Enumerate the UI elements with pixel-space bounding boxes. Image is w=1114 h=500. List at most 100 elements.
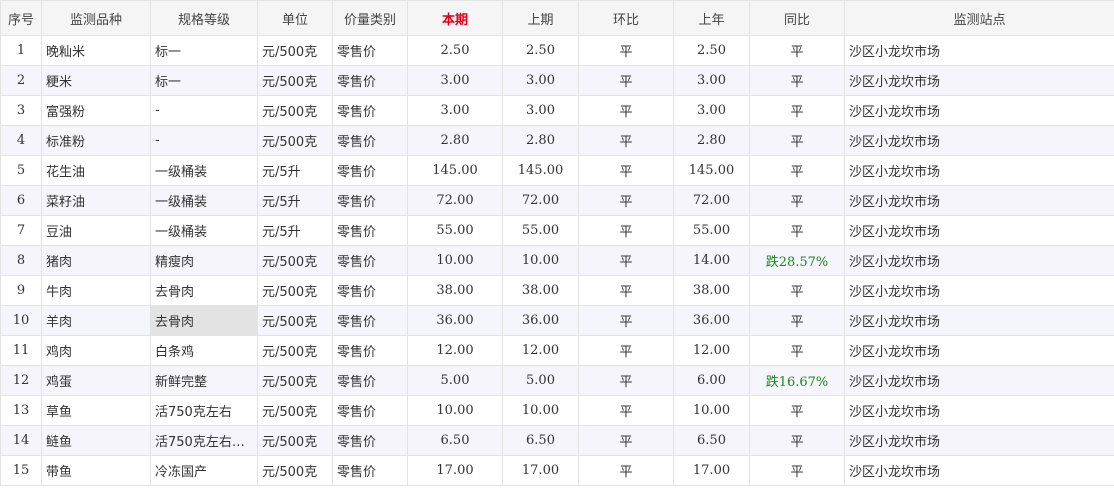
cell-last-year-price: 3.00	[673, 95, 750, 126]
cell-price-type: 零售价	[332, 125, 408, 156]
cell-yoy: 平	[749, 185, 845, 216]
cell-index: 2	[0, 65, 42, 96]
cell-unit: 元/500克	[257, 365, 333, 396]
cell-current-price: 2.80	[407, 125, 503, 156]
cell-last-year-price: 3.00	[673, 65, 750, 96]
cell-current-price: 3.00	[407, 95, 503, 126]
cell-variety: 带鱼	[41, 455, 151, 486]
cell-price-type: 零售价	[332, 365, 408, 396]
cell-current-price: 55.00	[407, 215, 503, 246]
cell-mom: 平	[578, 95, 674, 126]
cell-previous-price: 3.00	[502, 95, 579, 126]
cell-price-type: 零售价	[332, 455, 408, 486]
cell-previous-price: 36.00	[502, 305, 579, 336]
cell-last-year-price: 17.00	[673, 455, 750, 486]
cell-index: 9	[0, 275, 42, 306]
cell-station: 沙区小龙坎市场	[844, 395, 1114, 426]
cell-variety: 鸡蛋	[41, 365, 151, 396]
header-variety: 监测品种	[41, 0, 151, 36]
cell-previous-price: 55.00	[502, 215, 579, 246]
cell-previous-price: 2.80	[502, 125, 579, 156]
cell-yoy: 平	[749, 125, 845, 156]
cell-previous-price: 6.50	[502, 425, 579, 456]
cell-variety: 羊肉	[41, 305, 151, 336]
cell-station: 沙区小龙坎市场	[844, 95, 1114, 126]
cell-yoy: 平	[749, 95, 845, 126]
cell-spec: 精瘦肉	[150, 245, 258, 276]
cell-variety: 粳米	[41, 65, 151, 96]
table-row: 1 晚籼米 标一 元/500克 零售价 2.50 2.50 平 2.50 平沙区小龙坎市场	[0, 35, 1114, 66]
table-row: 10 羊肉 去骨肉 元/500克 零售价 36.00 36.00 平 36.00 平沙区小龙坎市场	[0, 305, 1114, 336]
cell-price-type: 零售价	[332, 215, 408, 246]
cell-station: 沙区小龙坎市场	[844, 125, 1114, 156]
cell-last-year-price: 10.00	[673, 395, 750, 426]
cell-price-type: 零售价	[332, 245, 408, 276]
cell-index: 14	[0, 425, 42, 456]
cell-station: 沙区小龙坎市场	[844, 245, 1114, 276]
cell-mom: 平	[578, 35, 674, 66]
cell-index: 7	[0, 215, 42, 246]
cell-spec: 去骨肉	[150, 275, 258, 306]
cell-index: 3	[0, 95, 42, 126]
cell-unit: 元/500克	[257, 95, 333, 126]
cell-variety: 花生油	[41, 155, 151, 186]
cell-yoy: 平	[749, 215, 845, 246]
cell-price-type: 零售价	[332, 425, 408, 456]
cell-unit: 元/500克	[257, 425, 333, 456]
cell-last-year-price: 12.00	[673, 335, 750, 366]
cell-last-year-price: 38.00	[673, 275, 750, 306]
cell-mom: 平	[578, 215, 674, 246]
cell-yoy: 平	[749, 155, 845, 186]
cell-current-price: 10.00	[407, 395, 503, 426]
cell-spec: 活750克左右	[150, 395, 258, 426]
cell-spec: 活750克左右…	[150, 425, 258, 456]
cell-current-price: 5.00	[407, 365, 503, 396]
cell-yoy: 平	[749, 395, 845, 426]
cell-variety: 晚籼米	[41, 35, 151, 66]
cell-previous-price: 12.00	[502, 335, 579, 366]
cell-unit: 元/500克	[257, 35, 333, 66]
cell-index: 6	[0, 185, 42, 216]
cell-current-price: 10.00	[407, 245, 503, 276]
cell-index: 11	[0, 335, 42, 366]
cell-mom: 平	[578, 305, 674, 336]
cell-variety: 鲢鱼	[41, 425, 151, 456]
cell-variety: 鸡肉	[41, 335, 151, 366]
cell-spec: -	[150, 125, 258, 156]
header-station: 监测站点	[844, 0, 1114, 36]
cell-spec: -	[150, 95, 258, 126]
cell-yoy: 平	[749, 305, 845, 336]
cell-current-price: 17.00	[407, 455, 503, 486]
cell-index: 8	[0, 245, 42, 276]
cell-variety: 牛肉	[41, 275, 151, 306]
header-unit: 单位	[257, 0, 333, 36]
cell-last-year-price: 145.00	[673, 155, 750, 186]
cell-mom: 平	[578, 395, 674, 426]
cell-yoy: 平	[749, 35, 845, 66]
cell-station: 沙区小龙坎市场	[844, 275, 1114, 306]
cell-station: 沙区小龙坎市场	[844, 185, 1114, 216]
cell-yoy: 平	[749, 425, 845, 456]
header-previous-period: 上期	[502, 0, 579, 36]
cell-yoy: 平	[749, 455, 845, 486]
cell-spec: 一级桶装	[150, 215, 258, 246]
table-row: 2 粳米 标一 元/500克 零售价 3.00 3.00 平 3.00 平沙区小龙坎市场	[0, 65, 1114, 96]
cell-unit: 元/500克	[257, 245, 333, 276]
table-row: 12 鸡蛋 新鲜完整 元/500克 零售价 5.00 5.00 平 6.00 跌16.67% 沙区小…	[0, 365, 1114, 396]
table-row: 5 花生油 一级桶装 元/5升 零售价 145.00 145.00 平 145.00 平沙区小龙坎…	[0, 155, 1114, 186]
cell-previous-price: 17.00	[502, 455, 579, 486]
cell-price-type: 零售价	[332, 275, 408, 306]
cell-last-year-price: 2.80	[673, 125, 750, 156]
header-mom: 环比	[578, 0, 674, 36]
cell-index: 4	[0, 125, 42, 156]
cell-previous-price: 5.00	[502, 365, 579, 396]
table-row: 15 带鱼 冷冻国产 元/500克 零售价 17.00 17.00 平 17.00 平沙区小龙坎市…	[0, 455, 1114, 486]
cell-unit: 元/500克	[257, 455, 333, 486]
header-current-period: 本期	[407, 0, 503, 36]
cell-current-price: 12.00	[407, 335, 503, 366]
cell-price-type: 零售价	[332, 395, 408, 426]
cell-previous-price: 10.00	[502, 395, 579, 426]
cell-price-type: 零售价	[332, 305, 408, 336]
cell-unit: 元/500克	[257, 335, 333, 366]
cell-spec: 去骨肉	[150, 305, 258, 336]
